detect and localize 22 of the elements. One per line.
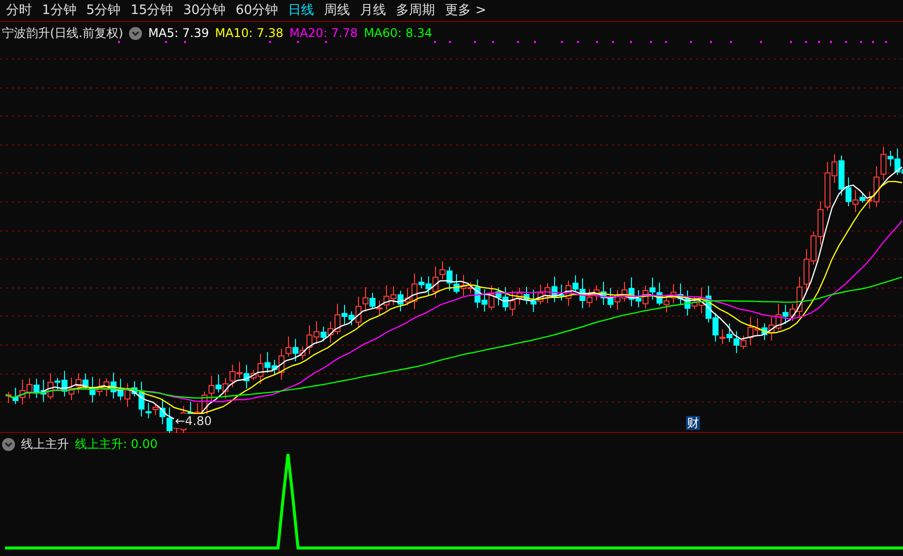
period-tab[interactable]: 分时 — [6, 0, 32, 20]
low-price-label: ←4.80 — [174, 414, 213, 428]
indicator-title: 线上主升 — [21, 436, 69, 453]
period-tab[interactable]: 15分钟 — [130, 0, 174, 20]
period-tab[interactable]: 60分钟 — [236, 0, 278, 20]
dropdown-icon[interactable] — [129, 26, 142, 40]
ma-legend: MA60: 8.34 — [364, 24, 432, 42]
period-tab[interactable]: 30分钟 — [183, 0, 226, 20]
period-tab[interactable]: 周线 — [324, 0, 350, 20]
period-tab[interactable]: 多周期 — [396, 0, 436, 20]
period-tab[interactable]: 1分钟 — [42, 0, 76, 20]
period-tab[interactable]: 更多 > — [445, 0, 486, 20]
ma-legend: MA10: 7.38 — [214, 24, 284, 42]
period-tab[interactable]: 5分钟 — [86, 0, 121, 20]
dropdown-icon[interactable] — [2, 438, 15, 450]
chart-title: 宁波韵升(日线.前复权) — [2, 25, 124, 42]
period-tab[interactable]: 月线 — [360, 0, 386, 20]
indicator-legend: 线上主升: 0.00 — [75, 435, 158, 453]
period-tab[interactable]: 日线 — [288, 0, 314, 20]
ma-legend: MA20: 7.78 — [289, 24, 358, 42]
ma-legend: MA5: 7.39 — [148, 24, 209, 42]
finance-event-badge[interactable]: 财 — [686, 416, 700, 430]
